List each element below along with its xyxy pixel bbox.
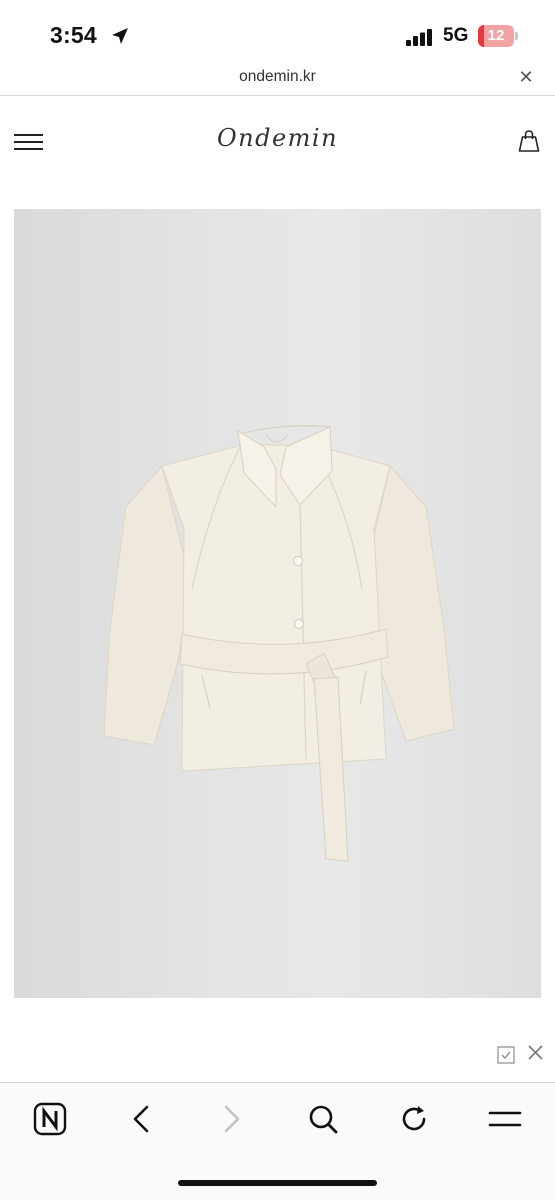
location-arrow-icon <box>112 28 128 44</box>
shopping-bag-icon[interactable] <box>517 129 541 153</box>
brand-logo[interactable]: Ondemin <box>0 124 555 152</box>
battery-percentage: 12 <box>487 27 505 44</box>
home-indicator[interactable] <box>178 1180 377 1186</box>
close-icon[interactable]: ✕ <box>517 68 535 86</box>
cellular-signal-icon <box>406 29 432 46</box>
product-image[interactable] <box>14 209 541 998</box>
jacket-illustration <box>103 425 455 862</box>
status-bar: 3:54 5G 12 <box>0 0 555 66</box>
search-icon[interactable] <box>305 1101 341 1137</box>
ad-close-icon[interactable] <box>527 1044 544 1061</box>
back-icon[interactable] <box>123 1101 159 1137</box>
naver-home-icon[interactable] <box>32 1101 68 1137</box>
ad-info-icon[interactable] <box>497 1046 515 1064</box>
status-time: 3:54 <box>50 22 97 48</box>
menu-icon[interactable] <box>487 1101 523 1137</box>
reload-icon[interactable] <box>396 1101 432 1137</box>
forward-icon <box>224 1105 240 1133</box>
battery-indicator: 12 <box>478 25 518 47</box>
url-text[interactable]: ondemin.kr <box>0 68 555 86</box>
network-type: 5G <box>443 25 469 46</box>
url-bar[interactable]: ondemin.kr ✕ <box>0 62 555 96</box>
site-header: Ondemin <box>0 96 555 196</box>
